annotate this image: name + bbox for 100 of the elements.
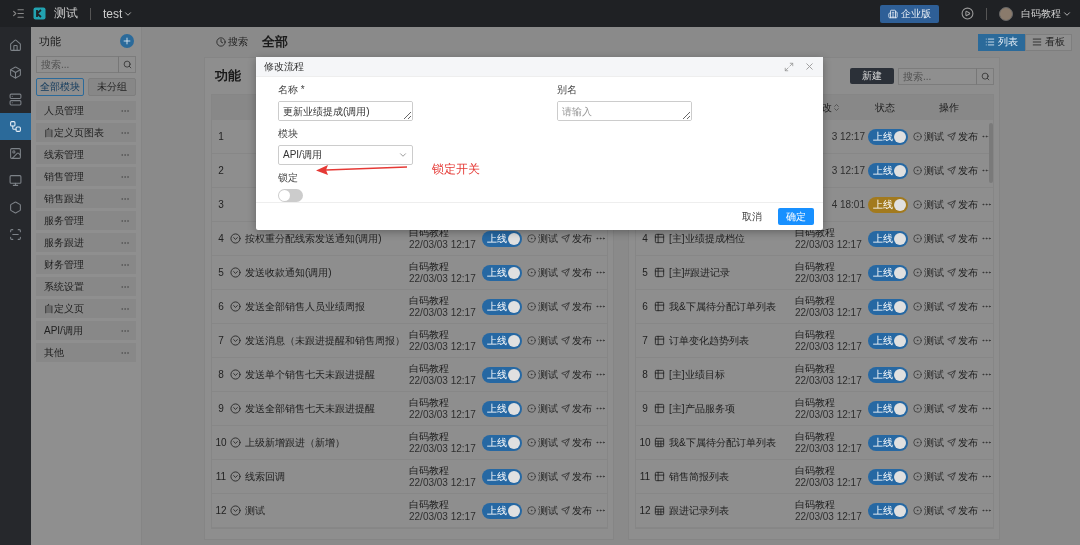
test-link[interactable]: 测试 <box>913 367 944 382</box>
flow-name[interactable]: 线索回调 <box>245 469 285 484</box>
flow-name[interactable]: [主]产品服务项 <box>669 401 735 416</box>
publish-link[interactable]: 发布 <box>947 197 978 212</box>
search-field[interactable]: 搜索... <box>898 67 976 85</box>
status-toggle[interactable]: 上线 <box>868 366 908 383</box>
flow-name[interactable]: 发送全部销售人员业绩周报 <box>245 299 365 314</box>
project-dropdown[interactable]: test <box>103 6 134 21</box>
test-link[interactable]: 测试 <box>913 197 944 212</box>
publish-link[interactable]: 发布 <box>947 129 978 144</box>
search-icon[interactable] <box>980 71 990 81</box>
module-item[interactable]: 服务管理 <box>36 211 136 230</box>
status-toggle[interactable]: 上线 <box>868 298 908 315</box>
test-link[interactable]: 测试 <box>527 469 558 484</box>
publish-link[interactable]: 发布 <box>947 299 978 314</box>
status-toggle[interactable]: 上线 <box>868 502 908 519</box>
flow-name[interactable]: 按权重分配线索发送通知(调用) <box>245 231 382 246</box>
test-link[interactable]: 测试 <box>913 129 944 144</box>
test-link[interactable]: 测试 <box>527 231 558 246</box>
publish-link[interactable]: 发布 <box>561 231 592 246</box>
module-item[interactable]: 服务跟进 <box>36 233 136 252</box>
search-link[interactable]: 搜索 <box>216 35 248 49</box>
column-header[interactable]: 改 <box>792 100 862 115</box>
publish-link[interactable]: 发布 <box>561 401 592 416</box>
input-field[interactable]: 更新业绩提成(调用) <box>278 101 413 122</box>
status-toggle[interactable]: 上线 <box>868 332 908 349</box>
module-select[interactable]: API/调用 <box>278 145 413 166</box>
module-item[interactable]: 自定义页图表 <box>36 123 136 142</box>
status-toggle[interactable]: 上线 <box>868 434 908 451</box>
module-item[interactable]: 线索管理 <box>36 145 136 164</box>
test-link[interactable]: 测试 <box>527 367 558 382</box>
test-link[interactable]: 测试 <box>527 503 558 518</box>
flow-name[interactable]: 跟进记录列表 <box>669 503 729 518</box>
status-toggle[interactable]: 上线 <box>868 400 908 417</box>
publish-link[interactable]: 发布 <box>561 299 592 314</box>
status-toggle[interactable]: 上线 <box>482 298 522 315</box>
view-tab[interactable]: 看板 <box>1025 33 1072 51</box>
flow-name[interactable]: 发送消息（未跟进提醒和销售周报） <box>245 333 405 348</box>
flow-name[interactable]: 上级新增跟进（新增） <box>245 435 345 450</box>
status-toggle[interactable]: 上线 <box>482 468 522 485</box>
input-field[interactable]: 请输入 <box>557 101 692 122</box>
flow-name[interactable]: [主]业绩目标 <box>669 367 725 382</box>
menu-icon[interactable] <box>12 7 25 20</box>
test-link[interactable]: 测试 <box>913 503 944 518</box>
test-link[interactable]: 测试 <box>913 469 944 484</box>
publish-link[interactable]: 发布 <box>561 265 592 280</box>
status-toggle[interactable]: 上线 <box>868 196 908 213</box>
test-link[interactable]: 测试 <box>913 401 944 416</box>
publish-link[interactable]: 发布 <box>947 163 978 178</box>
status-toggle[interactable]: 上线 <box>482 230 522 247</box>
sort-icon[interactable] <box>832 103 841 112</box>
flow-name[interactable]: 销售简报列表 <box>669 469 729 484</box>
publish-link[interactable]: 发布 <box>947 401 978 416</box>
status-toggle[interactable]: 上线 <box>482 502 522 519</box>
module-item[interactable]: 销售管理 <box>36 167 136 186</box>
module-item[interactable]: 人员管理 <box>36 101 136 120</box>
flow-name[interactable]: 订单变化趋势列表 <box>669 333 749 348</box>
status-toggle[interactable]: 上线 <box>868 128 908 145</box>
user-menu[interactable]: 白码教程 <box>1021 6 1072 21</box>
publish-link[interactable]: 发布 <box>561 333 592 348</box>
status-toggle[interactable]: 上线 <box>482 366 522 383</box>
cancel-button[interactable]: 取消 <box>738 208 766 226</box>
play-icon[interactable] <box>961 7 974 20</box>
module-item[interactable]: 系统设置 <box>36 277 136 296</box>
status-toggle[interactable]: 上线 <box>868 162 908 179</box>
test-link[interactable]: 测试 <box>913 163 944 178</box>
flow-name[interactable]: 我&下属待分配订单列表 <box>669 299 776 314</box>
flow-name[interactable]: 我&下属待分配订单列表 <box>669 435 776 450</box>
status-toggle[interactable]: 上线 <box>482 434 522 451</box>
nav-item[interactable] <box>0 113 31 140</box>
status-toggle[interactable]: 上线 <box>482 264 522 281</box>
module-tab[interactable]: 全部模块 <box>36 78 84 96</box>
test-link[interactable]: 测试 <box>913 265 944 280</box>
module-item[interactable]: 自定义页 <box>36 299 136 318</box>
publish-link[interactable]: 发布 <box>561 469 592 484</box>
publish-link[interactable]: 发布 <box>947 435 978 450</box>
search-icon[interactable] <box>122 60 132 69</box>
module-item[interactable]: 财务管理 <box>36 255 136 274</box>
flow-name[interactable]: [主]业绩提成档位 <box>669 231 745 246</box>
avatar[interactable] <box>999 6 1013 21</box>
confirm-button[interactable]: 确定 <box>778 208 814 226</box>
test-link[interactable]: 测试 <box>913 435 944 450</box>
status-toggle[interactable]: 上线 <box>868 264 908 281</box>
module-item[interactable]: 其他 <box>36 343 136 362</box>
test-link[interactable]: 测试 <box>527 265 558 280</box>
publish-link[interactable]: 发布 <box>561 503 592 518</box>
publish-link[interactable]: 发布 <box>947 367 978 382</box>
publish-link[interactable]: 发布 <box>561 367 592 382</box>
status-toggle[interactable]: 上线 <box>482 332 522 349</box>
publish-link[interactable]: 发布 <box>947 469 978 484</box>
module-item[interactable]: API/调用 <box>36 321 136 340</box>
test-link[interactable]: 测试 <box>527 299 558 314</box>
expand-icon[interactable] <box>784 61 794 72</box>
status-toggle[interactable]: 上线 <box>868 468 908 485</box>
test-link[interactable]: 测试 <box>913 299 944 314</box>
publish-link[interactable]: 发布 <box>947 503 978 518</box>
add-button[interactable] <box>120 34 134 48</box>
module-tab[interactable]: 未分组 <box>88 78 136 96</box>
lock-switch[interactable] <box>278 189 303 203</box>
status-toggle[interactable]: 上线 <box>868 230 908 247</box>
